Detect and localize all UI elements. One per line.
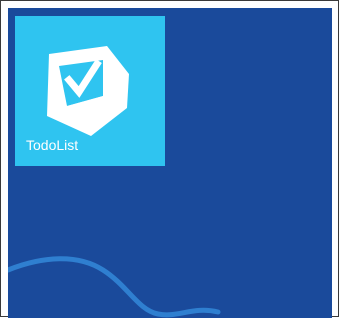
checkbox-tray-icon (45, 46, 129, 136)
window-frame: TodoList (0, 0, 339, 318)
tile-label: TodoList (26, 137, 79, 153)
tile-todolist[interactable]: TodoList (15, 16, 165, 166)
checkbox-tray-glyph (47, 46, 129, 136)
start-screen: TodoList (8, 8, 332, 318)
